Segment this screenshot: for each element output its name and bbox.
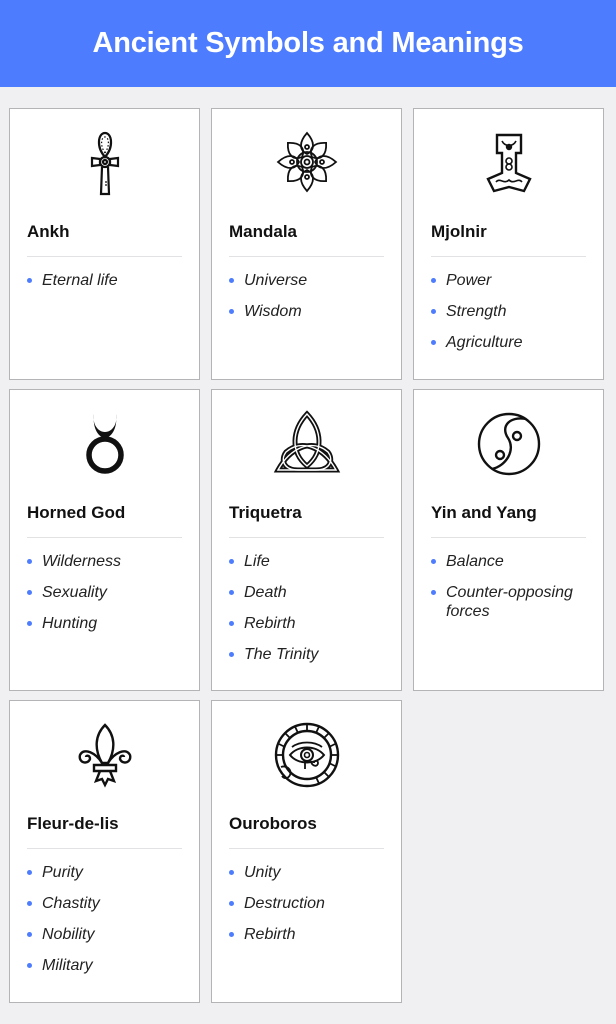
bullet-icon (229, 621, 234, 626)
bullet-icon (229, 870, 234, 875)
meaning-item: Wilderness (27, 552, 189, 571)
meaning-item: Destruction (229, 894, 391, 913)
meaning-item: Counter-opposing forces (431, 583, 593, 621)
symbol-card-ouroboros: Ouroboros Unity Destruction Rebirth (211, 700, 402, 1003)
meanings-list: Purity Chastity Nobility Military (27, 863, 189, 987)
triquetra-icon (212, 408, 401, 478)
meanings-list: Balance Counter-opposing forces (431, 552, 593, 633)
bullet-icon (27, 621, 32, 626)
bullet-icon (229, 309, 234, 314)
ouroboros-icon (212, 719, 401, 789)
meaning-item: Agriculture (431, 333, 593, 352)
bullet-icon (27, 963, 32, 968)
bullet-icon (431, 340, 436, 345)
divider (27, 848, 182, 849)
meanings-list: Unity Destruction Rebirth (229, 863, 391, 956)
page-title: Ancient Symbols and Meanings (92, 27, 524, 59)
bullet-icon (229, 652, 234, 657)
bullet-icon (229, 932, 234, 937)
symbol-card-horned-god: Horned God Wilderness Sexuality Hunting (9, 389, 200, 691)
symbol-name: Mandala (229, 222, 298, 241)
symbol-name: Fleur-de-lis (27, 814, 119, 833)
meaning-item: Strength (431, 302, 593, 321)
meaning-item: Universe (229, 271, 391, 290)
meaning-item: The Trinity (229, 645, 391, 664)
bullet-icon (431, 309, 436, 314)
bullet-icon (27, 590, 32, 595)
bullet-icon (229, 901, 234, 906)
meaning-item: Wisdom (229, 302, 391, 321)
meaning-item: Unity (229, 863, 391, 882)
divider (229, 848, 384, 849)
meaning-item: Balance (431, 552, 593, 571)
meaning-item: Chastity (27, 894, 189, 913)
meaning-item: Nobility (27, 925, 189, 944)
symbol-name: Ankh (27, 222, 70, 241)
meanings-list: Life Death Rebirth The Trinity (229, 552, 391, 676)
bullet-icon (27, 278, 32, 283)
symbol-card-fleur-de-lis: Fleur-de-lis Purity Chastity Nobility Mi… (9, 700, 200, 1003)
ankh-icon (10, 127, 199, 197)
bullet-icon (27, 559, 32, 564)
horned-god-icon (10, 408, 199, 478)
divider (431, 256, 586, 257)
symbol-name: Horned God (27, 503, 126, 522)
symbol-name: Triquetra (229, 503, 302, 522)
meaning-item: Life (229, 552, 391, 571)
meaning-item: Rebirth (229, 614, 391, 633)
divider (229, 537, 384, 538)
divider (27, 256, 182, 257)
meaning-item: Military (27, 956, 189, 975)
meaning-item: Rebirth (229, 925, 391, 944)
fleur-de-lis-icon (10, 719, 199, 789)
yin-yang-icon (414, 408, 603, 478)
bullet-icon (229, 590, 234, 595)
bullet-icon (27, 870, 32, 875)
symbol-card-mandala: Mandala Universe Wisdom (211, 108, 402, 380)
divider (229, 256, 384, 257)
symbol-card-triquetra: Triquetra Life Death Rebirth The Trinity (211, 389, 402, 691)
bullet-icon (229, 278, 234, 283)
meaning-item: Hunting (27, 614, 189, 633)
symbol-name: Yin and Yang (431, 503, 537, 522)
bullet-icon (229, 559, 234, 564)
symbol-name: Ouroboros (229, 814, 317, 833)
meaning-item: Power (431, 271, 593, 290)
symbol-card-ankh: Ankh Eternal life (9, 108, 200, 380)
mjolnir-icon (414, 127, 603, 197)
bullet-icon (431, 559, 436, 564)
bullet-icon (27, 901, 32, 906)
meaning-item: Death (229, 583, 391, 602)
meaning-item: Purity (27, 863, 189, 882)
bullet-icon (27, 932, 32, 937)
bullet-icon (431, 590, 436, 595)
meanings-list: Universe Wisdom (229, 271, 391, 333)
mandala-icon (212, 127, 401, 197)
symbol-card-yin-yang: Yin and Yang Balance Counter-opposing fo… (413, 389, 604, 691)
meanings-list: Wilderness Sexuality Hunting (27, 552, 189, 645)
meaning-item: Eternal life (27, 271, 189, 290)
bullet-icon (431, 278, 436, 283)
divider (27, 537, 182, 538)
symbol-name: Mjolnir (431, 222, 487, 241)
meanings-list: Eternal life (27, 271, 189, 302)
page-header: Ancient Symbols and Meanings (0, 0, 616, 87)
symbol-card-mjolnir: Mjolnir Power Strength Agriculture (413, 108, 604, 380)
meaning-item: Sexuality (27, 583, 189, 602)
divider (431, 537, 586, 538)
meanings-list: Power Strength Agriculture (431, 271, 593, 364)
